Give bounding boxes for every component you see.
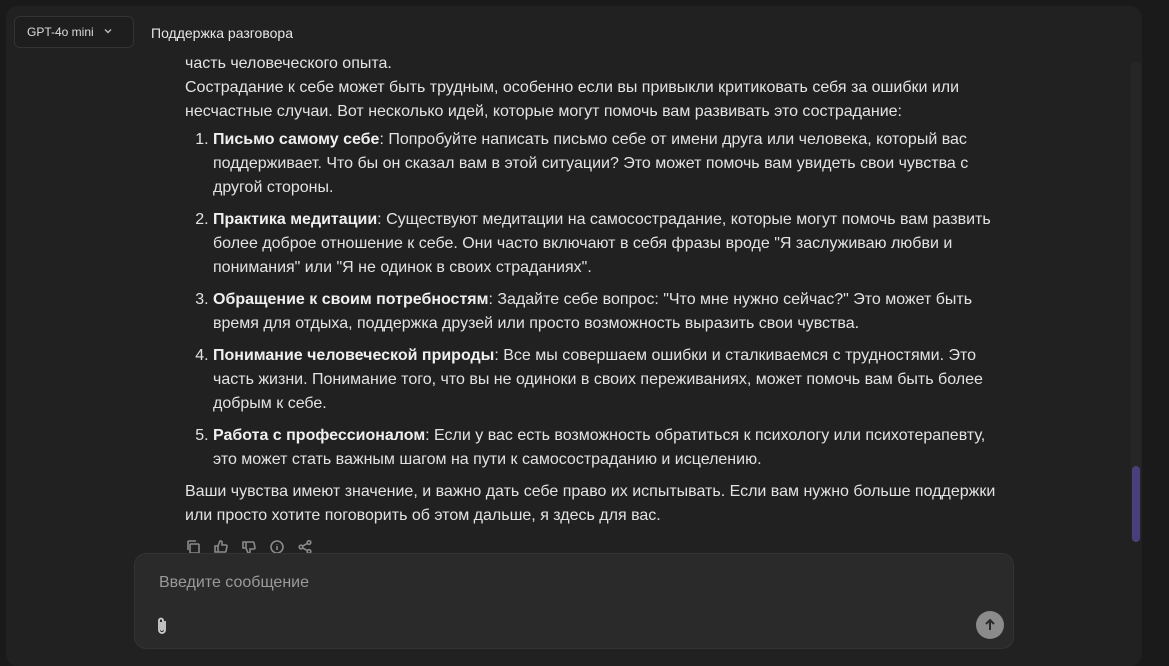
header: GPT-4o mini Поддержка разговора — [6, 6, 1142, 58]
message-outro: Ваши чувства имеют значение, и важно дат… — [185, 483, 996, 524]
list-item: Обращение к своим потребностям: Задайте … — [213, 288, 1005, 336]
list-item: Работа с профессионалом: Если у вас есть… — [213, 424, 1005, 472]
list-item-title: Письмо самому себе — [213, 131, 380, 148]
send-button[interactable] — [976, 611, 1004, 639]
chevron-down-icon — [102, 25, 114, 40]
message-composer[interactable]: Введите сообщение — [134, 553, 1014, 649]
list-item-title: Понимание человеческой природы — [213, 347, 495, 364]
list-item: Письмо самому себе: Попробуйте написать … — [213, 128, 1005, 200]
scrollbar-thumb[interactable] — [1132, 466, 1140, 542]
model-selector-button[interactable]: GPT-4o mini — [14, 16, 134, 48]
message-input[interactable]: Введите сообщение — [159, 574, 309, 592]
conversation-title: Поддержка разговора — [151, 25, 293, 41]
list-item-title: Обращение к своим потребностям — [213, 291, 489, 308]
list-item: Понимание человеческой природы: Все мы с… — [213, 344, 1005, 416]
suggestion-list: Письмо самому себе: Попробуйте написать … — [185, 128, 1005, 472]
list-item: Практика медитации: Существуют медитации… — [213, 208, 1005, 280]
message-intro: Сострадание к себе может быть трудным, о… — [185, 79, 960, 120]
list-item-title: Практика медитации — [213, 211, 378, 228]
arrow-up-icon — [985, 618, 995, 630]
list-item-title: Работа с профессионалом — [213, 427, 426, 444]
assistant-message: часть человеческого опыта. Сострадание к… — [185, 50, 1005, 550]
model-label: GPT-4o mini — [27, 25, 94, 39]
paperclip-icon[interactable] — [153, 616, 171, 636]
